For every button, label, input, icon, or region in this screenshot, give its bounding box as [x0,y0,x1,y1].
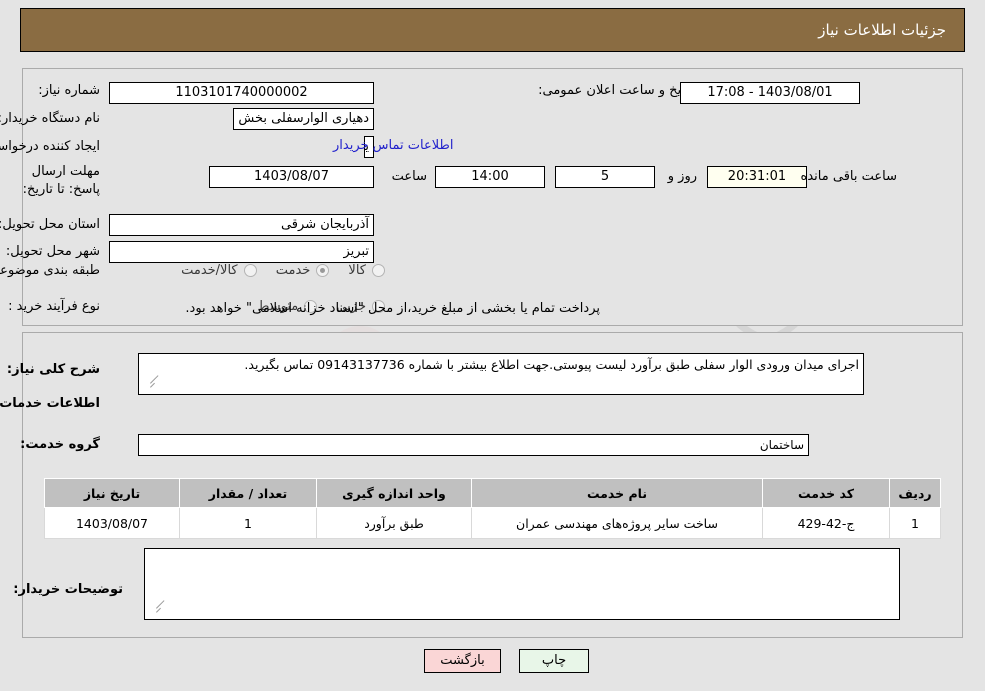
requester-label-wrap: ایجاد کننده درخواست: [0,138,100,156]
public-announce-value: 1403/08/01 - 17:08 [680,82,860,104]
page-header-bar: جزئیات اطلاعات نیاز [20,8,965,52]
buyer-contact-link[interactable]: اطلاعات تماس خریدار [333,138,453,153]
description-label: شرح کلی نیاز: [6,362,100,377]
cell-qty: 1 [179,507,317,539]
deadline-label: مهلت ارسال پاسخ: تا تاریخ: [22,164,100,197]
cell-date: 1403/08/07 [44,507,180,539]
description-value-box[interactable]: اجرای میدان ورودی الوار سفلی طبق برآورد … [138,353,864,395]
city-value: تبریز [109,241,374,263]
cell-code: ج-42-429 [762,507,890,539]
col-qty: تعداد / مقدار [179,478,317,508]
city-label-wrap: شهر محل تحویل: [6,243,100,261]
category-radio-2-icon[interactable] [243,264,257,277]
category-label-wrap: طبقه بندی موضوعی: [0,262,100,280]
buyer-org-label: نام دستگاه خریدار: [0,111,100,126]
remaining-label: ساعت باقی مانده [800,169,897,184]
need-number-value: 1103101740000002 [109,82,374,104]
cell-name: ساخت سایر پروژه‌های مهندسی عمران [471,507,763,539]
page-root: AriaTender.net جزئیات اطلاعات نیاز شماره… [0,0,985,691]
col-radif: ردیف [889,478,941,508]
hour-label: ساعت [391,169,427,184]
page-title: جزئیات اطلاعات نیاز [818,21,946,39]
category-radio-1-icon[interactable] [316,264,330,277]
days-label: روز و [667,169,697,184]
category-option-1[interactable]: خدمت [262,263,330,278]
countdown-value: 20:31:01 [707,166,807,188]
province-label-wrap: استان محل تحویل: [0,216,100,234]
cell-radif: 1 [889,507,941,539]
buyer-notes-resize-grip-icon[interactable] [147,600,165,618]
services-table: ردیف کد خدمت نام خدمت واحد اندازه گیری ت… [44,478,941,539]
category-radio-group: کالا خدمت کالا/خدمت [167,262,385,281]
buyer-org-value: دهیاری الوارسفلی بخش مرکزی شهرستان تبریز [233,108,374,130]
days-remaining-value: 5 [555,166,655,188]
public-announce-label-wrap: تاریخ و ساعت اعلان عمومی: [538,82,695,100]
service-group-label: گروه خدمت: [20,437,100,452]
process-label-wrap: نوع فرآیند خرید : [8,298,100,316]
category-label-0: کالا [348,263,366,278]
category-label-1: خدمت [275,263,311,278]
col-unit: واحد اندازه گیری [316,478,472,508]
public-announce-label: تاریخ و ساعت اعلان عمومی: [538,83,695,98]
print-button[interactable]: چاپ [519,649,589,673]
province-label: استان محل تحویل: [0,217,100,232]
buyer-notes-box[interactable] [144,548,900,620]
category-option-0[interactable]: کالا [334,263,385,278]
requester-label: ایجاد کننده درخواست: [0,139,100,154]
category-radio-0-icon[interactable] [372,264,385,277]
col-date: تاریخ نیاز [44,478,180,508]
deadline-time-value: 14:00 [435,166,545,188]
table-row: 1 ج-42-429 ساخت سایر پروژه‌های مهندسی عم… [44,507,941,539]
description-value: اجرای میدان ورودی الوار سفلی طبق برآورد … [244,357,859,372]
col-name: نام خدمت [471,478,763,508]
deadline-date-value: 1403/08/07 [209,166,374,188]
buyer-org-label-wrap: نام دستگاه خریدار: [0,110,100,128]
category-label: طبقه بندی موضوعی: [0,263,100,278]
services-section-title: اطلاعات خدمات مورد نیاز [0,396,100,411]
back-button[interactable]: بازگشت [424,649,501,673]
process-label: نوع فرآیند خرید : [8,299,100,314]
need-number-label-wrap: شماره نیاز: [8,82,100,100]
service-group-value: ساختمان [138,434,809,456]
need-info-panel [22,68,963,326]
buyer-notes-label: توضیحات خریدار: [13,582,123,597]
cell-unit: طبق برآورد [316,507,472,539]
category-option-2[interactable]: کالا/خدمت [167,263,257,278]
deadline-label-wrap: مهلت ارسال پاسخ: تا تاریخ: [8,163,100,198]
city-label: شهر محل تحویل: [5,244,100,259]
province-value: آذربایجان شرقی [109,214,374,236]
col-code: کد خدمت [762,478,890,508]
category-label-2: کالا/خدمت [181,263,238,278]
need-number-label: شماره نیاز: [38,83,100,98]
resize-grip-icon[interactable] [141,375,159,393]
process-note: پرداخت تمام یا بخشی از مبلغ خرید،از محل … [185,301,600,316]
services-table-header-row: ردیف کد خدمت نام خدمت واحد اندازه گیری ت… [44,478,941,508]
